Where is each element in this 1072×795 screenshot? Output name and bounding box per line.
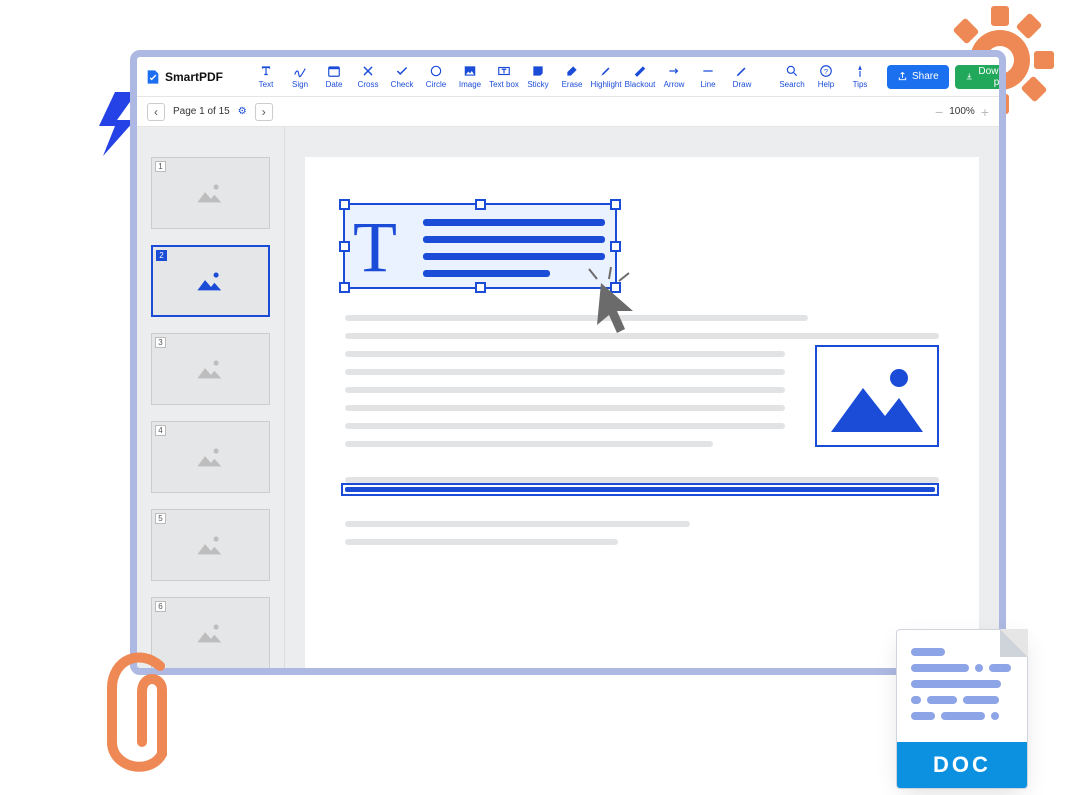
svg-text:?: ? [824, 67, 828, 76]
tool-circle[interactable]: Circle [419, 64, 453, 89]
thumbnail[interactable]: 1 [151, 157, 270, 229]
zoom-out-button[interactable]: − [935, 104, 943, 120]
resize-handle[interactable] [610, 241, 621, 252]
thumbnail-panel: 1 2 3 4 5 6 [137, 127, 285, 668]
thumbnail[interactable]: 3 [151, 333, 270, 405]
paperclip-icon [90, 646, 210, 781]
tool-help[interactable]: ?Help [809, 64, 843, 89]
prev-page-button[interactable]: ‹ [147, 103, 165, 121]
tool-image[interactable]: Image [453, 64, 487, 89]
text-selection-box[interactable]: T [343, 203, 617, 289]
page-settings-icon[interactable]: ⚙ [238, 106, 247, 117]
resize-handle[interactable] [475, 199, 486, 210]
thumbnail[interactable]: 5 [151, 509, 270, 581]
brand-label: SmartPDF [165, 70, 223, 84]
tool-blackout[interactable]: Blackout [623, 64, 657, 89]
text-icon: T [353, 211, 415, 283]
tool-check[interactable]: Check [385, 64, 419, 89]
document-page: T [305, 157, 979, 668]
app-window: SmartPDF Text Sign Date Cross Check Circ… [130, 50, 1006, 675]
thumbnail[interactable]: 4 [151, 421, 270, 493]
canvas[interactable]: T [285, 127, 999, 668]
resize-handle[interactable] [610, 199, 621, 210]
line-annotation[interactable] [341, 483, 939, 496]
tool-search[interactable]: Search [775, 64, 809, 89]
cursor-icon [583, 267, 643, 342]
zoom-in-button[interactable]: + [981, 104, 989, 120]
tool-tips[interactable]: Tips [843, 64, 877, 89]
image-placeholder[interactable] [815, 345, 939, 447]
tool-sticky[interactable]: Sticky [521, 64, 555, 89]
zoom-value: 100% [949, 106, 975, 117]
next-page-button[interactable]: › [255, 103, 273, 121]
brand: SmartPDF [145, 69, 223, 85]
thumbnail[interactable]: 2 [151, 245, 270, 317]
tool-draw[interactable]: Draw [725, 64, 759, 89]
tool-line[interactable]: Line [691, 64, 725, 89]
resize-handle[interactable] [339, 241, 350, 252]
share-button[interactable]: Share [887, 65, 949, 89]
page-indicator: Page 1 of 15 [173, 106, 230, 117]
doc-label: DOC [897, 742, 1027, 788]
tool-erase[interactable]: Erase [555, 64, 589, 89]
tool-highlight[interactable]: Highlight [589, 64, 623, 89]
doc-file-icon: DOC [896, 629, 1028, 789]
resize-handle[interactable] [339, 282, 350, 293]
download-button[interactable]: Download pdf [955, 65, 1006, 89]
tool-textbox[interactable]: Text box [487, 64, 521, 89]
tool-group: Text Sign Date Cross Check Circle Image … [249, 64, 759, 89]
tool-sign[interactable]: Sign [283, 64, 317, 89]
resize-handle[interactable] [339, 199, 350, 210]
zoom-control: − 100% + [935, 104, 989, 120]
toolbar: SmartPDF Text Sign Date Cross Check Circ… [137, 57, 999, 97]
tool-cross[interactable]: Cross [351, 64, 385, 89]
tool-arrow[interactable]: Arrow [657, 64, 691, 89]
tool-date[interactable]: Date [317, 64, 351, 89]
resize-handle[interactable] [475, 282, 486, 293]
tool-text[interactable]: Text [249, 64, 283, 89]
